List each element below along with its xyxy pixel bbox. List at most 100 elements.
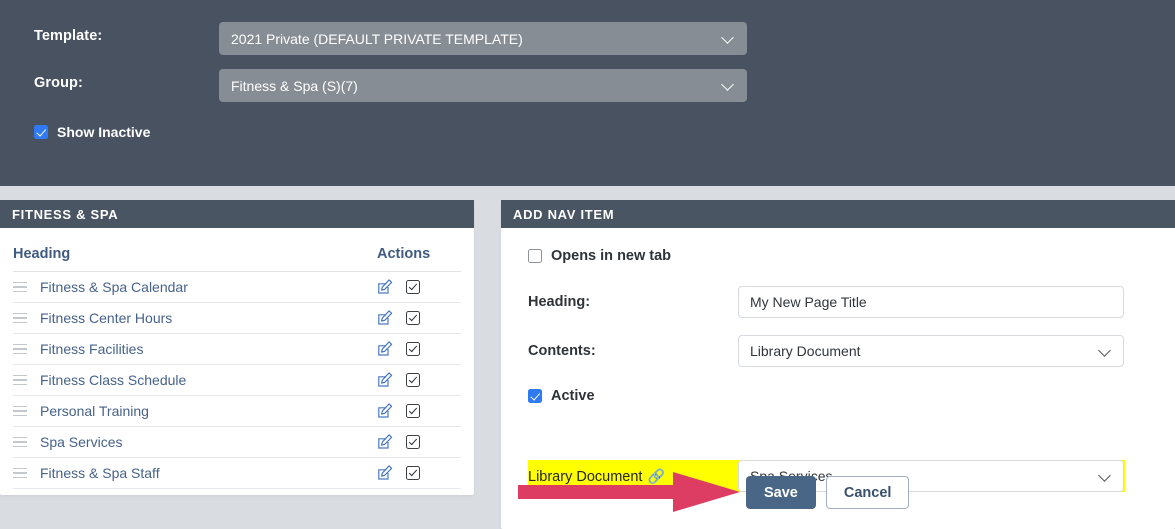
group-label: Group: xyxy=(34,75,83,91)
heading-field-row: Heading: My New Page Title xyxy=(501,286,1175,318)
row-active-checkbox-icon[interactable] xyxy=(406,404,420,418)
row-actions-cell xyxy=(373,395,461,427)
show-inactive-label: Show Inactive xyxy=(57,124,151,140)
heading-input-value: My New Page Title xyxy=(750,294,867,310)
row-heading-cell: Fitness Facilities xyxy=(13,333,373,365)
column-header-actions: Actions xyxy=(373,238,461,272)
row-heading-label: Fitness & Spa Calendar xyxy=(40,279,188,295)
row-actions-cell xyxy=(373,302,461,334)
drag-handle-icon[interactable] xyxy=(13,374,27,386)
contents-select-value: Library Document xyxy=(750,343,861,359)
row-edit-button[interactable] xyxy=(377,465,393,481)
table-row[interactable]: Fitness & Spa Calendar xyxy=(13,271,461,303)
table-row[interactable]: Fitness Facilities xyxy=(13,333,461,365)
library-document-label: Library Document 🔗 xyxy=(528,468,738,485)
row-edit-button[interactable] xyxy=(377,403,393,419)
active-row[interactable]: Active xyxy=(501,388,1175,404)
opens-in-new-tab-row[interactable]: Opens in new tab xyxy=(501,248,1175,264)
drag-handle-icon[interactable] xyxy=(13,343,27,355)
nav-items-header-row: Heading Actions xyxy=(13,238,461,272)
row-heading-cell: Fitness Class Schedule xyxy=(13,364,373,396)
drag-handle-icon[interactable] xyxy=(13,281,27,293)
row-heading-label: Fitness & Spa Staff xyxy=(40,465,160,481)
nav-items-table-body: Fitness & Spa Calendar Fitness Center Hou… xyxy=(13,271,461,489)
drag-handle-icon[interactable] xyxy=(13,312,27,324)
template-select[interactable]: 2021 Private (DEFAULT PRIVATE TEMPLATE) xyxy=(219,22,747,55)
chevron-down-icon xyxy=(1099,470,1112,483)
save-button[interactable]: Save xyxy=(746,476,816,509)
row-actions-cell xyxy=(373,457,461,489)
row-heading-label: Personal Training xyxy=(40,403,149,419)
table-row[interactable]: Fitness Class Schedule xyxy=(13,364,461,396)
row-heading-cell: Spa Services xyxy=(13,426,373,458)
row-edit-button[interactable] xyxy=(377,434,393,450)
nav-items-table-head: Heading Actions xyxy=(13,238,461,272)
row-active-checkbox-icon[interactable] xyxy=(406,311,420,325)
table-row[interactable]: Fitness & Spa Staff xyxy=(13,457,461,489)
edit-pencil-icon xyxy=(378,465,393,480)
template-select-value: 2021 Private (DEFAULT PRIVATE TEMPLATE) xyxy=(231,30,523,47)
edit-pencil-icon xyxy=(378,279,393,294)
contents-field-label: Contents: xyxy=(528,343,596,359)
add-nav-item-panel-title: ADD NAV ITEM xyxy=(501,200,1175,228)
drag-handle-icon[interactable] xyxy=(13,436,27,448)
row-heading-cell: Fitness & Spa Staff xyxy=(13,457,373,489)
filter-toolbar: Template: 2021 Private (DEFAULT PRIVATE … xyxy=(0,0,1175,186)
contents-field-row: Contents: Library Document xyxy=(501,335,1175,367)
show-inactive-row[interactable]: Show Inactive xyxy=(34,124,150,140)
edit-pencil-icon xyxy=(378,310,393,325)
row-heading-cell: Personal Training xyxy=(13,395,373,427)
row-heading-label: Fitness Center Hours xyxy=(40,310,173,326)
page-root: Template: 2021 Private (DEFAULT PRIVATE … xyxy=(0,0,1175,529)
row-heading-cell: Fitness Center Hours xyxy=(13,302,373,334)
row-edit-button[interactable] xyxy=(377,341,393,357)
row-active-checkbox-icon[interactable] xyxy=(406,435,420,449)
row-edit-button[interactable] xyxy=(377,372,393,388)
heading-input[interactable]: My New Page Title xyxy=(738,286,1124,318)
form-action-buttons: Save Cancel xyxy=(746,476,910,509)
active-checkbox[interactable] xyxy=(528,389,542,403)
row-heading-cell: Fitness & Spa Calendar xyxy=(13,271,373,303)
group-select-value: Fitness & Spa (S)(7) xyxy=(231,77,358,94)
edit-pencil-icon xyxy=(378,372,393,387)
row-active-checkbox-icon[interactable] xyxy=(406,466,420,480)
edit-pencil-icon xyxy=(378,403,393,418)
edit-pencil-icon xyxy=(378,434,393,449)
template-field-row: Template: xyxy=(34,28,102,44)
opens-in-new-tab-label: Opens in new tab xyxy=(551,248,672,264)
row-actions-cell xyxy=(373,364,461,396)
nav-items-panel: FITNESS & SPA Heading Actions Fitness & … xyxy=(0,200,474,495)
row-active-checkbox-icon[interactable] xyxy=(406,373,420,387)
chevron-down-icon xyxy=(722,79,735,92)
show-inactive-checkbox[interactable] xyxy=(34,125,48,139)
drag-handle-icon[interactable] xyxy=(13,467,27,479)
table-row[interactable]: Spa Services xyxy=(13,426,461,458)
edit-pencil-icon xyxy=(378,341,393,356)
contents-select[interactable]: Library Document xyxy=(738,335,1124,367)
nav-items-panel-title: FITNESS & SPA xyxy=(0,200,474,228)
table-row[interactable]: Fitness Center Hours xyxy=(13,302,461,334)
drag-handle-icon[interactable] xyxy=(13,405,27,417)
active-label: Active xyxy=(551,388,595,404)
heading-field-label: Heading: xyxy=(528,294,591,310)
nav-items-table-wrap: Heading Actions Fitness & Spa Calendar Fi… xyxy=(0,228,474,489)
row-actions-cell xyxy=(373,271,461,303)
cancel-button[interactable]: Cancel xyxy=(825,476,910,509)
table-row[interactable]: Personal Training xyxy=(13,395,461,427)
link-chain-icon: 🔗 xyxy=(647,467,665,484)
row-actions-cell xyxy=(373,426,461,458)
group-select[interactable]: Fitness & Spa (S)(7) xyxy=(219,69,747,102)
nav-items-table: Heading Actions Fitness & Spa Calendar Fi… xyxy=(13,238,461,489)
library-document-label-text: Library Document xyxy=(528,468,643,485)
row-heading-label: Spa Services xyxy=(40,434,123,450)
row-actions-cell xyxy=(373,333,461,365)
chevron-down-icon xyxy=(722,32,735,45)
row-heading-label: Fitness Facilities xyxy=(40,341,144,357)
row-active-checkbox-icon[interactable] xyxy=(406,280,420,294)
group-field-row: Group: xyxy=(34,75,83,91)
opens-in-new-tab-checkbox[interactable] xyxy=(528,249,542,263)
row-edit-button[interactable] xyxy=(377,310,393,326)
row-edit-button[interactable] xyxy=(377,279,393,295)
row-heading-label: Fitness Class Schedule xyxy=(40,372,187,388)
row-active-checkbox-icon[interactable] xyxy=(406,342,420,356)
